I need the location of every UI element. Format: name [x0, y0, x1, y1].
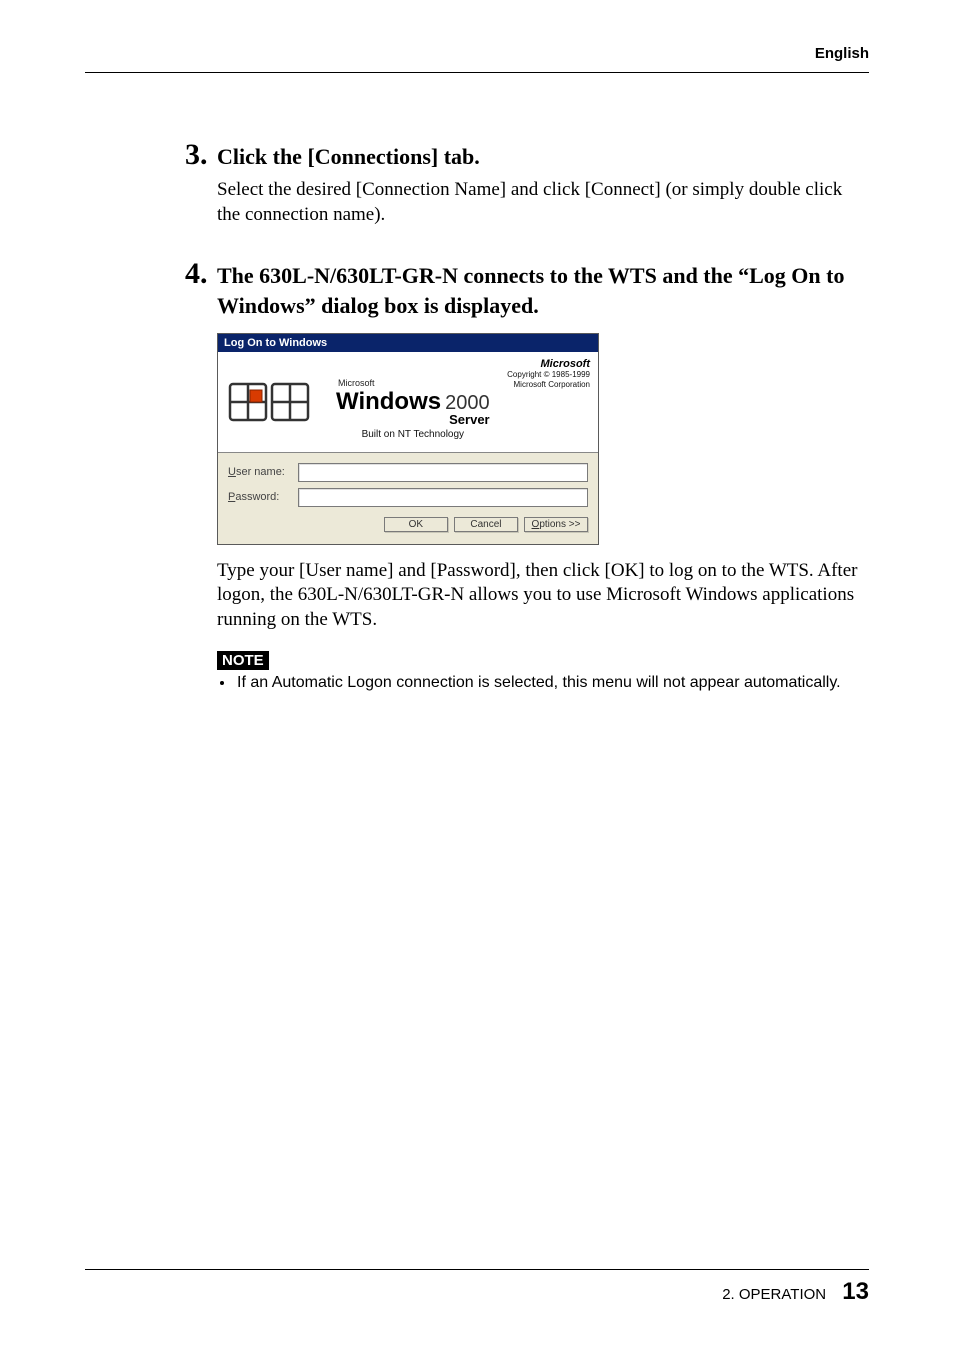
step-body: Select the desired [Connection Name] and…: [217, 178, 869, 227]
username-row: User name:: [228, 463, 588, 482]
page-header: English: [85, 45, 869, 73]
password-label: Password:: [228, 491, 298, 503]
banner-copyright: Microsoft Copyright © 1985-1999 Microsof…: [507, 358, 590, 389]
password-field[interactable]: [298, 488, 588, 507]
note-item: If an Automatic Logon connection is sele…: [235, 672, 869, 694]
step-body-after: Type your [User name] and [Password], th…: [217, 559, 869, 633]
cancel-button[interactable]: Cancel: [454, 517, 518, 532]
note-badge: NOTE: [217, 651, 269, 670]
banner-product: Microsoft Windows 2000 Server Built on N…: [336, 378, 490, 440]
banner-small-ms: Microsoft: [338, 378, 490, 388]
page-content: 3. Click the [Connections] tab. Select t…: [185, 138, 869, 693]
copyright-line1: Copyright © 1985-1999: [507, 370, 590, 379]
options-button[interactable]: Options >>: [524, 517, 588, 532]
microsoft-brand: Microsoft: [507, 358, 590, 371]
logon-dialog-figure: Log On to Windows Microsoft Copyright © …: [217, 333, 869, 545]
page-footer: 2. OPERATION 13: [85, 1269, 869, 1306]
step-4: 4. The 630L-N/630LT-GR-N connects to the…: [185, 257, 869, 320]
ok-button[interactable]: OK: [384, 517, 448, 532]
dialog-form: User name: Password: OK Cancel Options >…: [218, 453, 598, 544]
step-number: 3.: [185, 138, 217, 172]
note-list: If an Automatic Logon connection is sele…: [217, 672, 869, 694]
dialog-button-row: OK Cancel Options >>: [228, 517, 588, 532]
step-3: 3. Click the [Connections] tab.: [185, 138, 869, 172]
footer-section: 2. OPERATION: [722, 1286, 826, 1303]
dialog-titlebar: Log On to Windows: [218, 334, 598, 352]
built-on-nt: Built on NT Technology: [336, 429, 490, 440]
step-number: 4.: [185, 257, 217, 291]
copyright-line2: Microsoft Corporation: [514, 380, 590, 389]
windows-word: Windows: [336, 388, 441, 416]
password-row: Password:: [228, 488, 588, 507]
footer-page-number: 13: [842, 1278, 869, 1305]
username-label: User name:: [228, 466, 298, 478]
dialog-banner: Microsoft Copyright © 1985-1999 Microsof…: [218, 352, 598, 453]
windows-keys-icon: [224, 374, 319, 439]
username-field[interactable]: [298, 463, 588, 482]
logon-dialog: Log On to Windows Microsoft Copyright © …: [217, 333, 599, 545]
step-title: Click the [Connections] tab.: [217, 142, 480, 172]
step-title: The 630L-N/630LT-GR-N connects to the WT…: [217, 261, 869, 320]
header-language: English: [815, 45, 869, 62]
